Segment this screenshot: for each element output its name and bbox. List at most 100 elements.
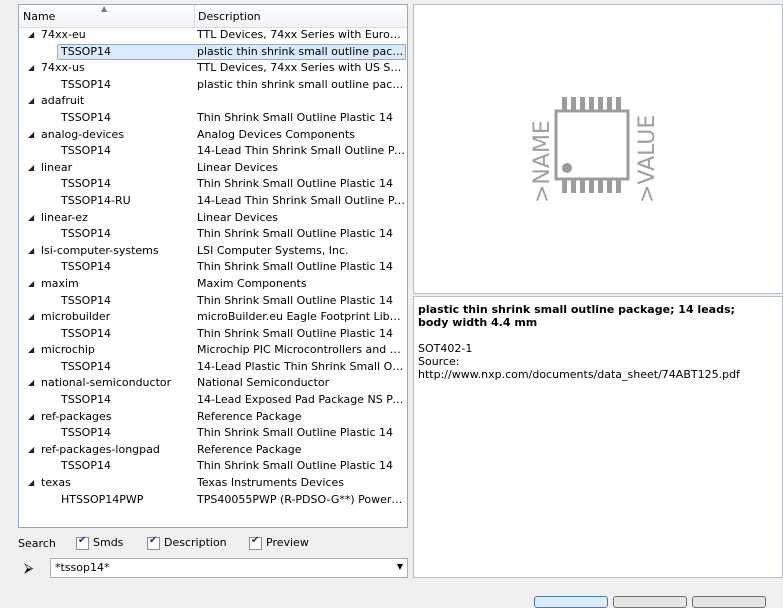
tree-item-library[interactable]: ◢ national-semiconductor National Semicond… [19, 375, 407, 392]
tree-body: ◢ 74xx-eu TTL Devices, 74xx Series with Eu… [19, 27, 407, 508]
description-title: plastic thin shrink small outline packag… [418, 303, 735, 329]
item-name: texas [41, 476, 71, 490]
item-description: Linear Devices [197, 210, 279, 224]
expanded-triangle-icon[interactable]: ◢ [28, 442, 34, 458]
tree-item-package[interactable]: TSSOP14 14-Lead Thin Shrink Small Outline… [19, 143, 407, 160]
preview-checkbox[interactable]: Preview [249, 535, 309, 550]
description-panel: plastic thin shrink small outline packag… [413, 296, 783, 578]
item-description: TTL Devices, 74xx Series with US Symbols [197, 61, 405, 75]
item-name: TSSOP14 [61, 177, 111, 191]
library-tree[interactable]: Name ▲ Description ◢ 74xx-eu TTL Devices, … [18, 4, 408, 528]
item-description: Thin Shrink Small Outline Plastic 14 [197, 426, 393, 440]
tree-item-library[interactable]: ◢ 74xx-eu TTL Devices, 74xx Series with Eu… [19, 27, 407, 44]
item-description: Thin Shrink Small Outline Plastic 14 [197, 260, 393, 274]
description-package-code: SOT402-1 [418, 342, 473, 355]
item-description: TPS40055PWP (R-PDSO-G**) PowerPAD [197, 492, 405, 506]
chevron-down-icon[interactable]: ▼ [397, 562, 403, 571]
item-description: Thin Shrink Small Outline Plastic 14 [197, 326, 393, 340]
item-description: Analog Devices Components [197, 127, 355, 141]
package-preview: >NAME >VALUE [413, 4, 783, 294]
checkbox-checked-icon [147, 535, 160, 550]
column-header-description[interactable]: Description [194, 5, 407, 27]
tree-item-package[interactable]: TSSOP14 14-Lead Plastic Thin Shrink Small… [19, 359, 407, 376]
item-description: Thin Shrink Small Outline Plastic 14 [197, 110, 393, 124]
item-description: Linear Devices [197, 160, 279, 174]
expanded-triangle-icon[interactable]: ◢ [28, 342, 34, 358]
tree-item-package[interactable]: TSSOP14 Thin Shrink Small Outline Plastic… [19, 110, 407, 127]
item-name: TSSOP14 [61, 359, 111, 373]
item-description: 14-Lead Thin Shrink Small Outline Packag… [197, 193, 405, 207]
expanded-triangle-icon[interactable]: ◢ [28, 210, 34, 226]
item-description: Thin Shrink Small Outline Plastic 14 [197, 227, 393, 241]
item-name: TSSOP14 [61, 260, 111, 274]
search-input[interactable] [55, 561, 375, 574]
tree-item-library[interactable]: ◢ analog-devices Analog Devices Components [19, 127, 407, 144]
tree-item-library[interactable]: ◢ texas Texas Instruments Devices [19, 475, 407, 492]
expanded-triangle-icon[interactable]: ◢ [28, 60, 34, 76]
item-description: plastic thin shrink small outline packag… [197, 77, 405, 91]
cancel-button[interactable] [613, 596, 687, 608]
tree-item-library[interactable]: ◢ 74xx-us TTL Devices, 74xx Series with US… [19, 60, 407, 77]
tree-item-library[interactable]: ◢ microchip Microchip PIC Microcontrollers… [19, 342, 407, 359]
tree-item-package[interactable]: TSSOP14 Thin Shrink Small Outline Plastic… [19, 293, 407, 310]
tree-item-library[interactable]: ◢ linear Linear Devices [19, 160, 407, 177]
ok-button[interactable] [534, 596, 608, 608]
tree-item-package[interactable]: TSSOP14 Thin Shrink Small Outline Plastic… [19, 176, 407, 193]
search-options: Search Smds Description Preview [18, 535, 408, 552]
search-combobox[interactable]: ▼ [50, 558, 408, 578]
expanded-triangle-icon[interactable]: ◢ [28, 93, 34, 109]
item-description: plastic thin shrink small outline packag… [197, 44, 405, 58]
tree-item-library[interactable]: ◢ maxim Maxim Components [19, 276, 407, 293]
search-label: Search [18, 537, 56, 550]
description-checkbox[interactable]: Description [147, 535, 227, 550]
expanded-triangle-icon[interactable]: ◢ [28, 243, 34, 259]
item-name: linear [41, 160, 73, 174]
item-name: national-semiconductor [41, 376, 172, 390]
expanded-triangle-icon[interactable]: ◢ [28, 409, 34, 425]
name-label: >NAME [530, 120, 555, 203]
item-description: 14-Lead Thin Shrink Small Outline Packag… [197, 144, 405, 158]
checkbox-checked-icon [76, 535, 89, 550]
expanded-triangle-icon[interactable]: ◢ [28, 127, 34, 143]
expanded-triangle-icon[interactable]: ◢ [28, 160, 34, 176]
tree-item-library[interactable]: ◢ adafruit [19, 93, 407, 110]
tree-item-package[interactable]: HTSSOP14PWP TPS40055PWP (R-PDSO-G**) Powe… [19, 492, 407, 509]
tree-item-package[interactable]: TSSOP14 Thin Shrink Small Outline Plastic… [19, 458, 407, 475]
item-name: TSSOP14 [61, 426, 111, 440]
item-name: HTSSOP14PWP [61, 492, 144, 506]
tree-item-library[interactable]: ◢ microbuilder microBuilder.eu Eagle Footp… [19, 309, 407, 326]
item-name: maxim [41, 276, 79, 290]
expanded-triangle-icon[interactable]: ◢ [28, 309, 34, 325]
item-name: TSSOP14 [61, 293, 111, 307]
tree-item-library[interactable]: ◢ ref-packages-longpad Reference Package [19, 442, 407, 459]
tree-item-library[interactable]: ◢ ref-packages Reference Package [19, 409, 407, 426]
tree-item-package[interactable]: TSSOP14 plastic thin shrink small outline… [19, 43, 407, 61]
description-source: Source: http://www.nxp.com/documents/dat… [418, 355, 740, 381]
expanded-triangle-icon[interactable]: ◢ [28, 475, 34, 491]
tree-item-package[interactable]: TSSOP14-RU 14-Lead Thin Shrink Small Outl… [19, 193, 407, 210]
item-name: TSSOP14 [61, 144, 111, 158]
tree-item-package[interactable]: TSSOP14 Thin Shrink Small Outline Plastic… [19, 326, 407, 343]
item-name: ref-packages [41, 409, 112, 423]
item-description: LSI Computer Systems, Inc. [197, 243, 349, 257]
item-name: adafruit [41, 94, 85, 108]
tree-item-library[interactable]: ◢ lsi-computer-systems LSI Computer System… [19, 243, 407, 260]
column-header-name[interactable]: Name ▲ [19, 5, 195, 27]
tree-item-package[interactable]: TSSOP14 Thin Shrink Small Outline Plastic… [19, 226, 407, 243]
help-button[interactable] [692, 596, 766, 608]
tree-item-package[interactable]: TSSOP14 14-Lead Exposed Pad Package NS Pa… [19, 392, 407, 409]
tree-item-library[interactable]: ◢ linear-ez Linear Devices [19, 210, 407, 227]
expanded-triangle-icon[interactable]: ◢ [28, 27, 34, 43]
expanded-triangle-icon[interactable]: ◢ [28, 375, 34, 391]
tree-item-package[interactable]: TSSOP14 Thin Shrink Small Outline Plastic… [19, 425, 407, 442]
smds-checkbox[interactable]: Smds [76, 535, 123, 550]
tree-item-package[interactable]: TSSOP14 Thin Shrink Small Outline Plastic… [19, 259, 407, 276]
checkbox-checked-icon [249, 535, 262, 550]
expanded-triangle-icon[interactable]: ◢ [28, 276, 34, 292]
tree-item-package[interactable]: TSSOP14 plastic thin shrink small outline… [19, 77, 407, 94]
item-name: microbuilder [41, 310, 111, 324]
item-description: Maxim Components [197, 276, 307, 290]
item-description: Microchip PIC Microcontrollers and other… [197, 343, 405, 357]
item-description: Texas Instruments Devices [197, 476, 345, 490]
item-name: TSSOP14 [61, 77, 111, 91]
